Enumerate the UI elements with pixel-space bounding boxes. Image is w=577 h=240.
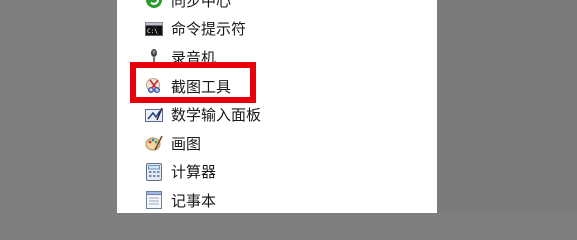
sync-center-icon [145,0,163,9]
paint-icon [145,134,163,152]
menu-item-label: 记事本 [171,191,217,210]
menu-item-label: 画图 [171,134,202,153]
menu-item-sync-center[interactable]: 同步中心 [145,0,405,15]
menu-item-paint[interactable]: 画图 [145,129,405,158]
menu-item-calculator[interactable]: 计算器 [145,158,405,187]
math-input-panel-icon [145,106,163,124]
svg-text:C:\: C:\ [147,28,158,35]
command-prompt-icon: C:\ [145,20,163,38]
menu-item-label: 数学输入面板 [171,106,262,125]
menu-item-math-input-panel[interactable]: 数学输入面板 [145,100,405,129]
accessories-list: 同步中心 C:\ 命令提示符 录音机 截图工具 数学输入面板 画图 计算器 记事… [145,0,405,215]
desktop-background [437,0,577,213]
menu-item-label: 计算器 [171,163,217,182]
menu-item-label: 命令提示符 [171,20,247,39]
menu-item-command-prompt[interactable]: C:\ 命令提示符 [145,15,405,44]
notepad-icon [145,191,163,210]
menu-item-label: 同步中心 [171,0,232,10]
annotation-highlight-box [130,62,256,103]
calculator-icon [145,162,163,181]
start-menu-all-programs-panel: 同步中心 C:\ 命令提示符 录音机 截图工具 数学输入面板 画图 计算器 记事… [117,0,554,215]
menu-item-notepad[interactable]: 记事本 [145,186,405,215]
